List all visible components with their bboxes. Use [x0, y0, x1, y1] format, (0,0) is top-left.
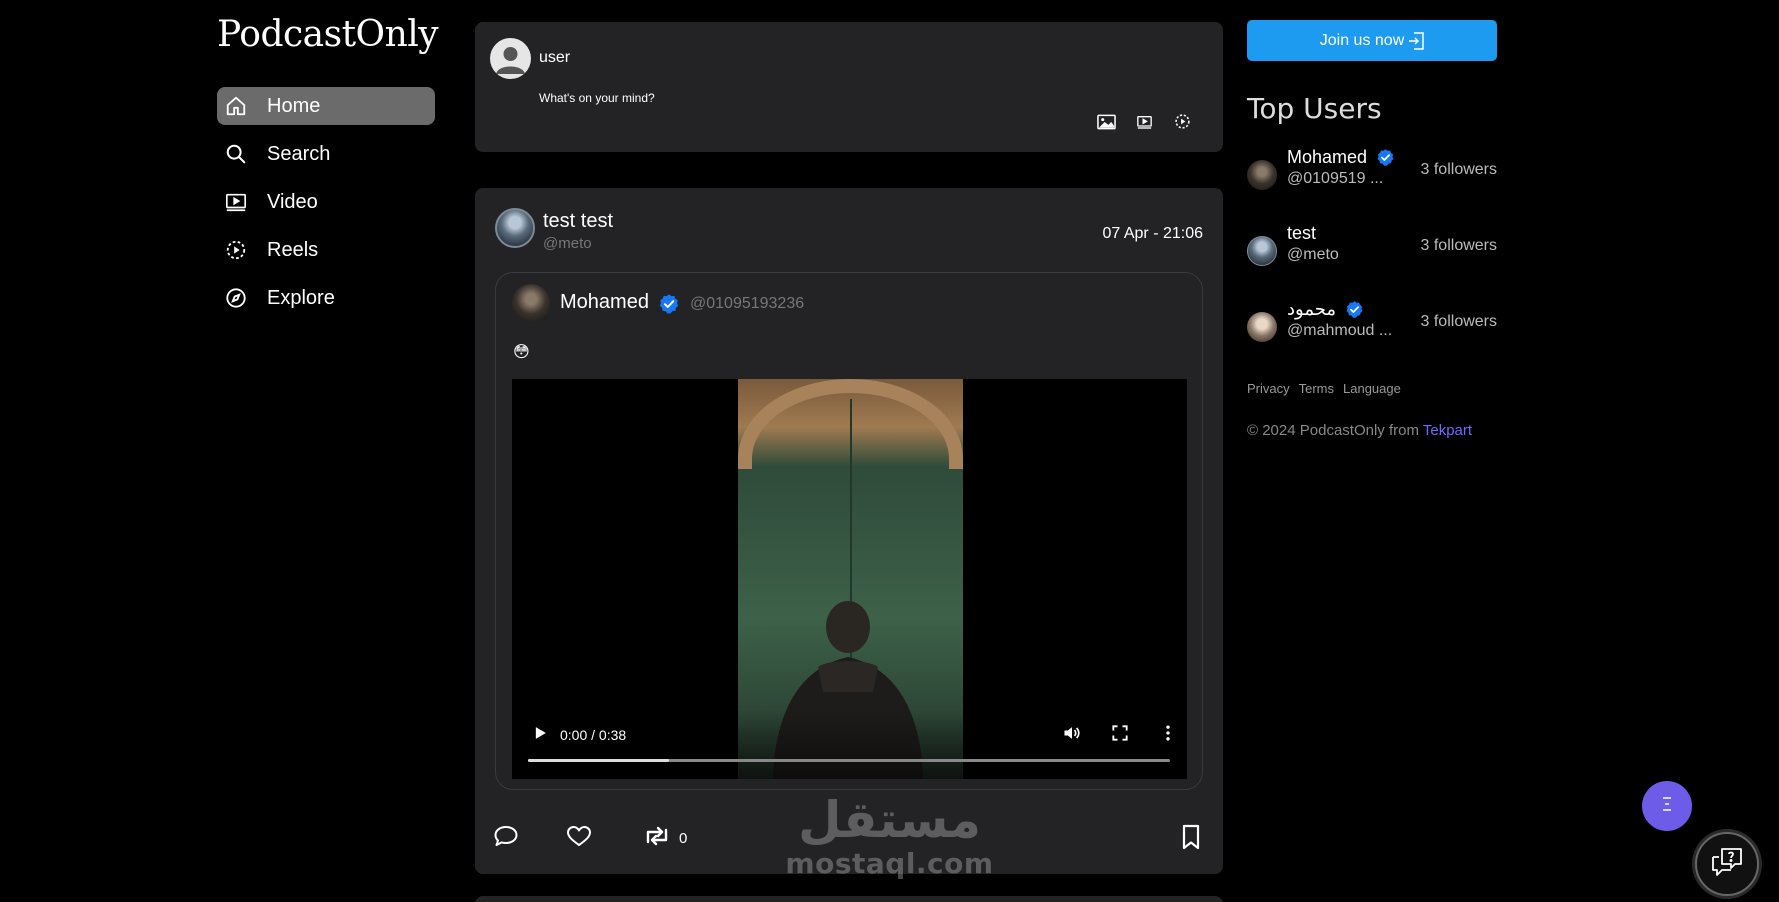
quoted-post[interactable]: Mohamed @01095193236 😳 0:00 / 0:38: [495, 272, 1203, 790]
bookmark-icon[interactable]: [1181, 824, 1201, 850]
post-author-name[interactable]: test test: [543, 210, 613, 233]
verified-badge-icon: [658, 293, 680, 320]
app-logo[interactable]: PodcastOnly: [217, 14, 439, 55]
video-icon: [225, 191, 247, 213]
avatar[interactable]: [495, 208, 535, 248]
top-user-name[interactable]: محمود: [1287, 299, 1364, 320]
quoted-author-handle[interactable]: @01095193236: [690, 295, 804, 313]
nav-item-home[interactable]: Home: [217, 87, 435, 125]
nav-item-video[interactable]: Video: [217, 183, 435, 221]
privacy-link[interactable]: Privacy: [1247, 381, 1290, 396]
top-user-followers: 3 followers: [1420, 161, 1497, 178]
terms-link[interactable]: Terms: [1299, 381, 1334, 396]
top-user-name[interactable]: Mohamed: [1287, 147, 1395, 168]
repost-count: 0: [679, 830, 688, 847]
nav-item-label: Video: [267, 190, 318, 213]
join-button-label: Join us now: [1319, 31, 1405, 49]
top-user-handle: @0109519 ...: [1287, 170, 1384, 187]
composer-input[interactable]: What's on your mind?: [539, 91, 655, 105]
top-user-row[interactable]: Mohamed @0109519 ... 3 followers: [1247, 147, 1497, 207]
video-controls: 0:00 / 0:38: [512, 709, 1187, 779]
video-progress-track[interactable]: [528, 759, 1170, 762]
heart-icon[interactable]: [566, 824, 592, 848]
top-users-title: Top Users: [1247, 92, 1382, 125]
top-user-name-text: Mohamed: [1287, 147, 1368, 167]
post-author-handle[interactable]: @meto: [543, 235, 592, 252]
video-player[interactable]: 0:00 / 0:38: [512, 379, 1187, 779]
fullscreen-icon[interactable]: [1110, 723, 1130, 748]
reels-icon[interactable]: [1172, 111, 1193, 132]
repost-button[interactable]: 0: [643, 824, 687, 853]
quoted-post-text: 😳: [513, 344, 530, 361]
copyright-text: © 2024 PodcastOnly from: [1247, 422, 1423, 439]
top-user-followers: 3 followers: [1420, 313, 1497, 330]
home-icon: [225, 95, 247, 117]
more-options-icon[interactable]: [1158, 723, 1178, 748]
avatar[interactable]: [1247, 160, 1277, 190]
image-icon[interactable]: [1096, 111, 1117, 132]
nav-item-label: Reels: [267, 238, 319, 261]
volume-icon[interactable]: [1062, 723, 1082, 748]
avatar[interactable]: [490, 38, 531, 79]
menu-fab-button[interactable]: [1642, 781, 1692, 831]
video-time: 0:00 / 0:38: [560, 727, 627, 743]
repost-icon: [643, 824, 671, 853]
quoted-author-name[interactable]: Mohamed: [560, 291, 649, 314]
top-user-handle: @mahmoud ...: [1287, 322, 1393, 339]
play-icon[interactable]: [530, 723, 550, 748]
top-user-row[interactable]: محمود @mahmoud ... 3 followers: [1247, 299, 1497, 359]
help-chat-button[interactable]: [1695, 832, 1759, 896]
nav-item-explore[interactable]: Explore: [217, 279, 435, 317]
top-user-followers: 3 followers: [1420, 237, 1497, 254]
composer-username: user: [539, 49, 571, 66]
footer-links: Privacy Terms Language: [1247, 381, 1401, 396]
post-actions: 0: [493, 824, 1203, 854]
feed-post: test test @meto 07 Apr - 21:06 Mohamed @…: [475, 188, 1223, 874]
video-progress-fill: [528, 759, 670, 762]
tekpart-link[interactable]: Tekpart: [1423, 422, 1472, 439]
top-user-row[interactable]: test @meto 3 followers: [1247, 223, 1497, 283]
top-user-handle: @meto: [1287, 246, 1339, 263]
top-user-name-text: محمود: [1287, 299, 1336, 319]
next-post-card: [475, 896, 1223, 902]
verified-badge-icon: [1345, 300, 1364, 319]
language-link[interactable]: Language: [1343, 381, 1401, 396]
video-icon[interactable]: [1134, 111, 1155, 132]
nav-item-label: Search: [267, 142, 331, 165]
post-timestamp: 07 Apr - 21:06: [1102, 225, 1203, 242]
top-user-name-text: test: [1287, 223, 1317, 243]
main-nav: Home Search Video Reels Explore: [217, 87, 435, 327]
verified-badge-icon: [1376, 148, 1395, 167]
avatar[interactable]: [512, 284, 550, 322]
nav-item-search[interactable]: Search: [217, 135, 435, 173]
menu-icon: [1658, 795, 1676, 818]
nav-item-label: Home: [267, 94, 321, 117]
reels-icon: [225, 239, 247, 261]
post-composer: user What's on your mind?: [475, 22, 1223, 152]
compass-icon: [225, 287, 247, 309]
search-icon: [225, 143, 247, 165]
join-button[interactable]: Join us now: [1247, 20, 1497, 61]
copyright: © 2024 PodcastOnly from Tekpart: [1247, 422, 1472, 439]
nav-item-reels[interactable]: Reels: [217, 231, 435, 269]
top-user-name[interactable]: test: [1287, 223, 1316, 244]
login-icon: [1408, 31, 1424, 50]
nav-item-label: Explore: [267, 286, 335, 309]
avatar[interactable]: [1247, 236, 1277, 266]
help-chat-icon: [1710, 846, 1744, 883]
composer-tools: [1096, 111, 1193, 132]
comment-icon[interactable]: [493, 824, 519, 848]
avatar[interactable]: [1247, 312, 1277, 342]
